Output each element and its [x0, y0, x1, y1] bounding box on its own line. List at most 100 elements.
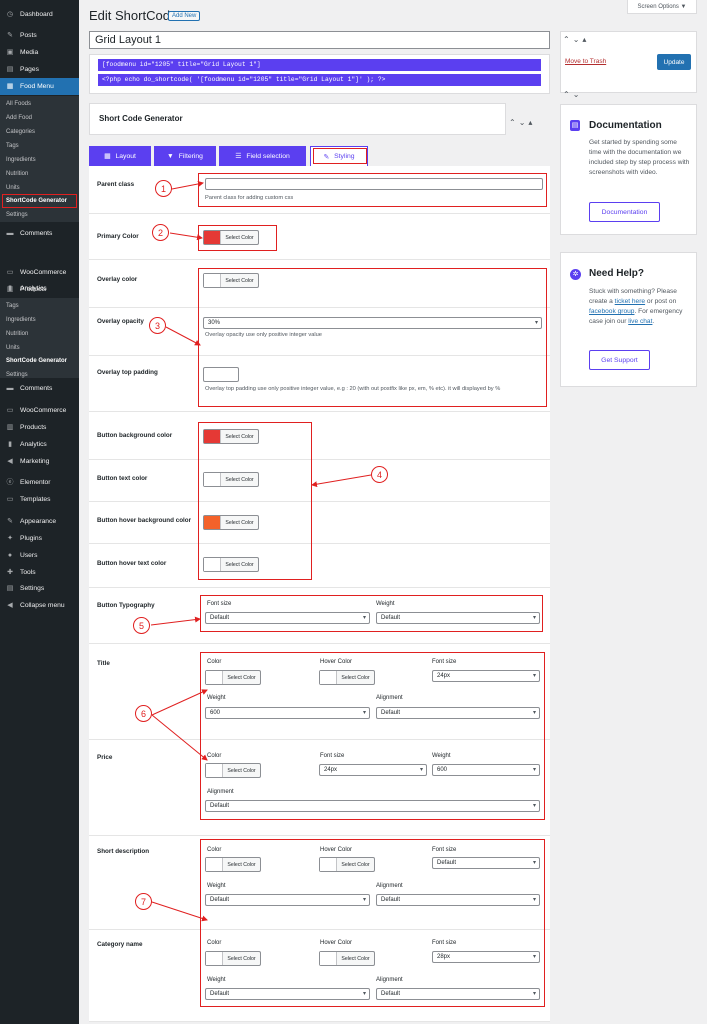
- sidebar-item-pages[interactable]: ▤ Pages: [0, 61, 79, 78]
- sidebar-item-templates[interactable]: ▭ Templates: [0, 491, 79, 508]
- sidebar-item-label: Appearance: [20, 518, 57, 525]
- sidebar-item-label: Comments: [20, 385, 53, 392]
- food-menu-icon: ▦: [6, 82, 14, 90]
- callout-box-3: [198, 268, 547, 407]
- sidebar-item-label: Templates: [20, 496, 51, 503]
- submenu-item[interactable]: Nutrition: [6, 328, 28, 340]
- sidebar-item-analytics[interactable]: ▮ Analytics: [0, 436, 79, 453]
- tab-layout[interactable]: ▦ Layout: [89, 146, 151, 166]
- sidebar-item-food-menu[interactable]: ▦ Food Menu: [0, 78, 79, 95]
- tools-icon: ✚: [7, 568, 13, 576]
- sidebar-item-label: WooCommerce: [20, 269, 67, 276]
- php-shortcode-line: <?php echo do_shortcode( '[foodmenu id="…: [98, 74, 541, 86]
- get-support-button[interactable]: Get Support: [589, 350, 650, 370]
- help-text: Stuck with something? Please create a ti…: [589, 288, 683, 325]
- sidebar-item-comments[interactable]: ▬ Comments: [0, 380, 79, 397]
- button-hover-text-color-label: Button hover text color: [97, 560, 167, 567]
- sidebar-item-label: Analytics: [20, 285, 47, 292]
- primary-color-label: Primary Color: [97, 233, 139, 240]
- screen-options-button[interactable]: Screen Options ▼: [627, 0, 697, 14]
- submenu-item[interactable]: Tags: [6, 300, 19, 312]
- appearance-icon: ✎: [7, 517, 13, 525]
- submenu-item[interactable]: Units: [6, 342, 20, 354]
- submenu-item[interactable]: Units: [6, 182, 20, 194]
- facebook-group-link[interactable]: facebook group: [589, 308, 634, 315]
- sidebar-item-posts[interactable]: ✎ Posts: [0, 27, 79, 44]
- sidebar-item-label: Plugins: [20, 535, 42, 542]
- marketing-icon: ◀: [7, 457, 13, 465]
- submenu-item[interactable]: Ingredients: [6, 154, 36, 166]
- products-icon: ▥: [6, 423, 14, 431]
- submenu-item[interactable]: Settings: [6, 209, 28, 221]
- templates-icon: ▭: [6, 495, 14, 503]
- submenu-item[interactable]: All Foods: [6, 98, 31, 110]
- sidebar-item-label: Media: [20, 49, 39, 56]
- price-label: Price: [97, 754, 113, 761]
- overlay-color-label: Overlay color: [97, 276, 138, 283]
- callout-box-4: [198, 422, 312, 580]
- publish-arrows[interactable]: ⌃⌄▴: [563, 35, 589, 44]
- help-title: Need Help?: [589, 268, 645, 279]
- update-button[interactable]: Update: [657, 54, 691, 70]
- sidebar-item-label: Products: [20, 424, 47, 431]
- callout-6: 6: [135, 705, 152, 722]
- sidebar-item-woocommerce[interactable]: ▭ WooCommerce: [0, 264, 79, 281]
- ticket-link[interactable]: ticket here: [615, 298, 645, 305]
- callout-box-5: [200, 595, 543, 632]
- button-bg-color-label: Button background color: [97, 432, 173, 439]
- add-new-button[interactable]: Add New: [168, 11, 201, 21]
- analytics-icon: ▮: [8, 284, 12, 292]
- sidebar-item-dashboard[interactable]: ◷ Dashboard: [0, 6, 79, 23]
- documentation-button[interactable]: Documentation: [589, 202, 660, 222]
- sidebar-item-comments[interactable]: ▬ Comments: [0, 225, 79, 242]
- move-to-trash-link[interactable]: Move to Trash: [565, 58, 606, 65]
- tab-field-selection[interactable]: ☰ Field selection: [219, 146, 306, 166]
- sidebar-item-plugins[interactable]: ✦ Plugins: [0, 530, 79, 547]
- sidebar-item-users[interactable]: ● Users: [0, 547, 79, 564]
- admin-sidebar: ◷ Dashboard ✎ Posts ▣ Media ▤ Pages ▦ Food Menu Al…: [0, 0, 79, 1024]
- post-title-input[interactable]: Grid Layout 1: [89, 31, 550, 49]
- tab-filtering[interactable]: ▼ Filtering: [154, 146, 216, 166]
- short-description-label: Short description: [97, 848, 150, 855]
- submenu-item[interactable]: Nutrition: [6, 168, 28, 180]
- sidebar-item-analytics[interactable]: ▮ Analytics: [0, 280, 79, 297]
- button-hover-bg-color-label: Button hover background color: [97, 517, 192, 524]
- callout-box-6: [200, 652, 545, 820]
- submenu-item[interactable]: ShortCode Generator: [6, 355, 67, 367]
- submenu-item[interactable]: Tags: [6, 140, 19, 152]
- sidebar-arrows[interactable]: ⌃⌄: [563, 90, 582, 99]
- documentation-text: Get started by spending some time with t…: [589, 139, 690, 176]
- pin-icon: ✎: [7, 31, 13, 39]
- callout-box-1: [198, 173, 547, 207]
- sidebar-item-products[interactable]: ▥ Products: [0, 419, 79, 436]
- sidebar-item-elementor[interactable]: ⓔ Elementor: [0, 474, 79, 491]
- media-icon: ▣: [6, 48, 14, 56]
- sidebar-item-media[interactable]: ▣ Media: [0, 44, 79, 61]
- sidebar-item-label: Users: [20, 552, 38, 559]
- submenu-item[interactable]: Categories: [6, 126, 35, 138]
- sidebar-item-marketing[interactable]: ◀ Marketing: [0, 453, 79, 470]
- callout-7: 7: [135, 893, 152, 910]
- sidebar-item-tools[interactable]: ✚ Tools: [0, 564, 79, 581]
- panel-arrows[interactable]: ⌃⌄▴: [509, 118, 535, 127]
- shortcode-box: [foodmenu id="1205" title="Grid Layout 1…: [89, 54, 550, 94]
- callout-2: 2: [152, 224, 169, 241]
- sidebar-item-collapse-menu[interactable]: ◀ Collapse menu: [0, 597, 79, 614]
- sidebar-item-label: Settings: [20, 585, 45, 592]
- overlay-opacity-label: Overlay opacity: [97, 318, 144, 325]
- callout-3: 3: [149, 317, 166, 334]
- lifebuoy-icon: ✲: [570, 269, 581, 280]
- callout-1: 1: [155, 180, 172, 197]
- callout-5: 5: [133, 617, 150, 634]
- analytics-icon: ▮: [8, 440, 12, 448]
- page-icon: ▤: [6, 65, 14, 73]
- submenu-item[interactable]: Ingredients: [6, 314, 36, 326]
- live-chat-link[interactable]: live chat: [628, 318, 652, 325]
- sidebar-item-appearance[interactable]: ✎ Appearance: [0, 513, 79, 530]
- document-icon: ▤: [570, 120, 580, 131]
- submenu-item[interactable]: Add Food: [6, 112, 32, 124]
- shortcode-generator-highlight: [2, 194, 77, 208]
- sidebar-item-settings[interactable]: ▤ Settings: [0, 580, 79, 597]
- woocommerce-icon: ▭: [6, 406, 14, 414]
- sidebar-item-woocommerce[interactable]: ▭ WooCommerce: [0, 402, 79, 419]
